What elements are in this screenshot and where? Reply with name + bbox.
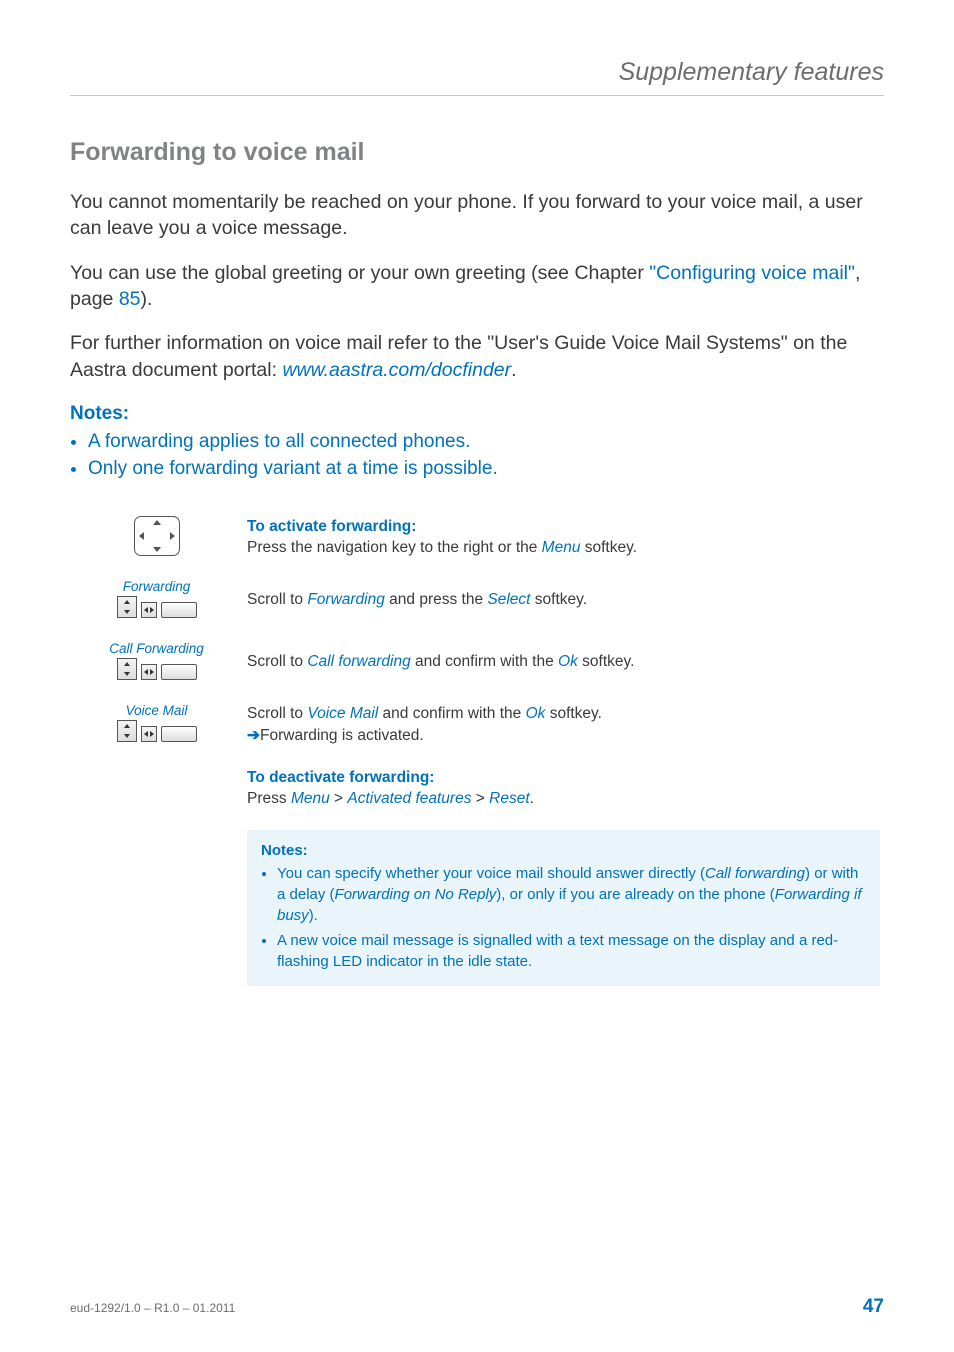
page-footer: eud-1292/1.0 – R1.0 – 01.2011 47 (70, 1296, 884, 1318)
section-title: Forwarding to voice mail (70, 138, 884, 167)
top-note-2: Only one forwarding variant at a time is… (88, 456, 884, 482)
step1-title: To activate forwarding: (247, 516, 880, 538)
bottom-notes-label: Notes: (261, 842, 308, 859)
step4-kw: Voice Mail (307, 705, 378, 722)
p2-text-c: ). (141, 288, 153, 310)
step3-text-b: and confirm with the (411, 653, 558, 670)
step3-kw: Call forwarding (307, 653, 410, 670)
step2-kw: Forwarding (307, 591, 385, 608)
step5-text-a: Press (247, 790, 291, 807)
step5-gt1: > (330, 790, 348, 807)
step4-arrow-icon: ➔ (247, 727, 260, 744)
step5-m1: Menu (291, 790, 330, 807)
bottom-notes-box: Notes: You can specify whether your voic… (247, 830, 880, 986)
scroll-softkey-icon (117, 596, 197, 618)
step2-select: Select (487, 591, 530, 608)
step2-text-b: and press the (385, 591, 488, 608)
step5-gt2: > (471, 790, 489, 807)
step5-title: To deactivate forwarding: (247, 767, 880, 789)
steps-table: To activate forwarding: Press the naviga… (70, 510, 884, 1000)
step2-text-c: softkey. (530, 591, 587, 608)
step5-m3: Reset (489, 790, 530, 807)
paragraph-1: You cannot momentarily be reached on you… (70, 189, 884, 242)
p2-pageref[interactable]: 85 (119, 288, 141, 310)
paragraph-2: You can use the global greeting or your … (70, 260, 884, 313)
step3-ok: Ok (558, 653, 578, 670)
chapter-heading: Supplementary features (70, 58, 884, 87)
step1-text-b: softkey. (580, 539, 637, 556)
step3-icon-label: Call Forwarding (74, 641, 239, 656)
bottom-note-1: You can specify whether your voice mail … (277, 863, 866, 926)
p3-text-b: . (511, 359, 516, 381)
page-number: 47 (863, 1296, 884, 1318)
navigation-key-icon (134, 516, 180, 556)
step4-text-b: and confirm with the (378, 705, 525, 722)
paragraph-3: For further information on voice mail re… (70, 330, 884, 383)
step2-text-a: Scroll to (247, 591, 307, 608)
step4-text-c: softkey. (545, 705, 602, 722)
bottom-note-2: A new voice mail message is signalled wi… (277, 930, 866, 972)
step5-text-b: . (530, 790, 534, 807)
step3-text-c: softkey. (578, 653, 635, 670)
doc-id: eud-1292/1.0 – R1.0 – 01.2011 (70, 1301, 235, 1315)
scroll-softkey-icon (117, 720, 197, 742)
step4-ok: Ok (526, 705, 546, 722)
top-notes: Notes: A forwarding applies to all conne… (70, 401, 884, 482)
step3-text-a: Scroll to (247, 653, 307, 670)
step4-result: Forwarding is activated. (260, 727, 424, 744)
notes-label: Notes: (70, 403, 129, 424)
step4-text-a: Scroll to (247, 705, 307, 722)
step4-icon-label: Voice Mail (74, 703, 239, 718)
step1-menu: Menu (542, 539, 581, 556)
step5-m2: Activated features (347, 790, 471, 807)
step1-text-a: Press the navigation key to the right or… (247, 539, 542, 556)
p2-link[interactable]: "Configuring voice mail" (649, 262, 855, 284)
top-note-1: A forwarding applies to all connected ph… (88, 429, 884, 455)
p2-text-a: You can use the global greeting or your … (70, 262, 649, 284)
step2-icon-label: Forwarding (74, 579, 239, 594)
p3-link[interactable]: www.aastra.com/docfinder (282, 359, 511, 381)
scroll-softkey-icon (117, 658, 197, 680)
